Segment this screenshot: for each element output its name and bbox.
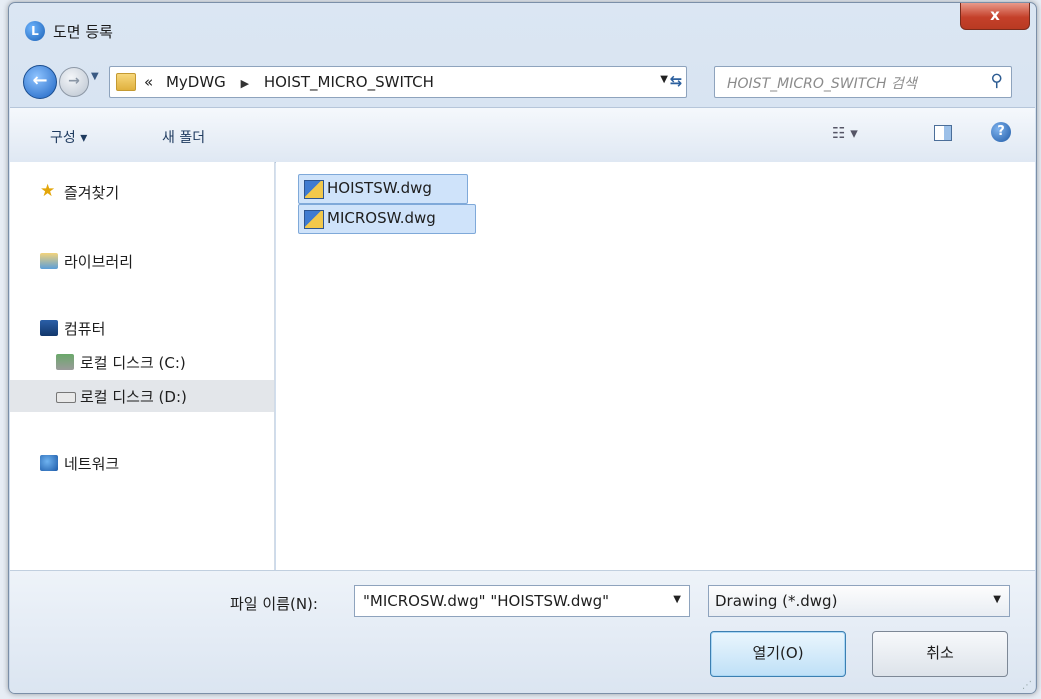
file-item[interactable]: MICROSW.dwg: [298, 204, 476, 234]
breadcrumb-overflow[interactable]: «: [144, 73, 153, 91]
refresh-icon[interactable]: ⇆: [661, 66, 691, 96]
recent-locations-dropdown-icon[interactable]: ▼: [91, 71, 99, 82]
star-icon: ★: [40, 181, 56, 201]
window-title: 도면 등록: [53, 23, 113, 41]
folder-icon: [116, 73, 136, 91]
file-type-select[interactable]: Drawing (*.dwg) ▼: [708, 585, 1010, 617]
dwg-file-icon: [304, 210, 324, 229]
file-name: MICROSW.dwg: [327, 209, 436, 227]
title-bar: L 도면 등록 x: [9, 3, 1036, 57]
back-arrow-icon[interactable]: ←: [23, 65, 57, 99]
file-list: HOISTSW.dwg MICROSW.dwg: [276, 162, 1035, 570]
dwg-file-icon: [304, 180, 324, 199]
sidebar-item-drive-c[interactable]: 로컬 디스크 (C:): [10, 346, 274, 378]
breadcrumb-item-mydwg[interactable]: MyDWG: [166, 73, 226, 91]
file-open-dialog: L 도면 등록 x ← → ▼ « MyDWG ▶ HOIST_MICRO_SW…: [8, 2, 1037, 694]
filename-label: 파일 이름(N):: [230, 595, 318, 613]
close-button[interactable]: x: [960, 3, 1030, 30]
file-type-value: Drawing (*.dwg): [715, 592, 838, 610]
file-type-dropdown-icon[interactable]: ▼: [993, 594, 1001, 605]
file-item[interactable]: HOISTSW.dwg: [298, 174, 468, 204]
sidebar-item-label: 컴퓨터: [64, 320, 106, 338]
sidebar-item-libraries[interactable]: 라이브러리: [10, 245, 274, 277]
drive-icon: [56, 354, 74, 370]
app-logo-icon: L: [25, 21, 45, 41]
sidebar-item-label: 즐겨찾기: [64, 184, 120, 202]
breadcrumb-item-current[interactable]: HOIST_MICRO_SWITCH: [264, 73, 434, 91]
drive-icon: [56, 392, 76, 403]
search-placeholder: HOIST_MICRO_SWITCH 검색: [727, 76, 917, 92]
breadcrumb-arrow-icon[interactable]: ▶: [241, 77, 249, 90]
computer-icon: [40, 320, 58, 336]
help-icon[interactable]: ?: [991, 122, 1011, 142]
search-icon[interactable]: ⚲: [991, 71, 1003, 91]
sidebar-item-network[interactable]: 네트워크: [10, 447, 274, 479]
navigation-bar: ← → ▼ « MyDWG ▶ HOIST_MICRO_SWITCH ▼ ⇆ H…: [9, 57, 1036, 105]
organize-button[interactable]: 구성 ▾: [50, 127, 87, 147]
filename-input[interactable]: "MICROSW.dwg" "HOISTSW.dwg" ▼: [354, 585, 690, 617]
command-toolbar: 구성 ▾ 새 폴더 ☷ ▾ ?: [10, 107, 1035, 163]
open-button[interactable]: 열기(O): [710, 631, 846, 677]
sidebar-item-label: 라이브러리: [64, 253, 134, 271]
search-input[interactable]: HOIST_MICRO_SWITCH 검색 ⚲: [714, 66, 1012, 98]
new-folder-button[interactable]: 새 폴더: [162, 127, 205, 147]
file-name: HOISTSW.dwg: [327, 179, 432, 197]
breadcrumb: « MyDWG ▶ HOIST_MICRO_SWITCH: [144, 73, 434, 91]
filename-value: "MICROSW.dwg" "HOISTSW.dwg": [363, 592, 610, 610]
library-icon: [40, 253, 58, 269]
sidebar-item-computer[interactable]: 컴퓨터: [10, 312, 274, 344]
address-bar[interactable]: « MyDWG ▶ HOIST_MICRO_SWITCH ▼: [109, 66, 687, 98]
sidebar-item-label: 로컬 디스크 (C:): [80, 354, 186, 372]
sidebar-item-drive-d[interactable]: 로컬 디스크 (D:): [10, 380, 274, 412]
network-icon: [40, 455, 58, 471]
filename-dropdown-icon[interactable]: ▼: [673, 594, 681, 605]
cancel-button[interactable]: 취소: [872, 631, 1008, 677]
change-view-icon[interactable]: ☷ ▾: [832, 124, 858, 142]
preview-pane-icon[interactable]: [934, 125, 952, 141]
forward-arrow-icon[interactable]: →: [59, 67, 89, 97]
sidebar-item-label: 로컬 디스크 (D:): [80, 388, 187, 406]
dialog-footer: 파일 이름(N): "MICROSW.dwg" "HOISTSW.dwg" ▼ …: [10, 570, 1035, 693]
sidebar-item-label: 네트워크: [64, 455, 120, 473]
sidebar-item-favorites[interactable]: ★ 즐겨찾기: [10, 176, 274, 208]
navigation-pane: ★ 즐겨찾기 라이브러리 컴퓨터 로컬 디스크 (C:) 로컬 디스크 (D:)…: [10, 162, 275, 570]
resize-grip-icon[interactable]: ⋰: [1022, 680, 1032, 691]
